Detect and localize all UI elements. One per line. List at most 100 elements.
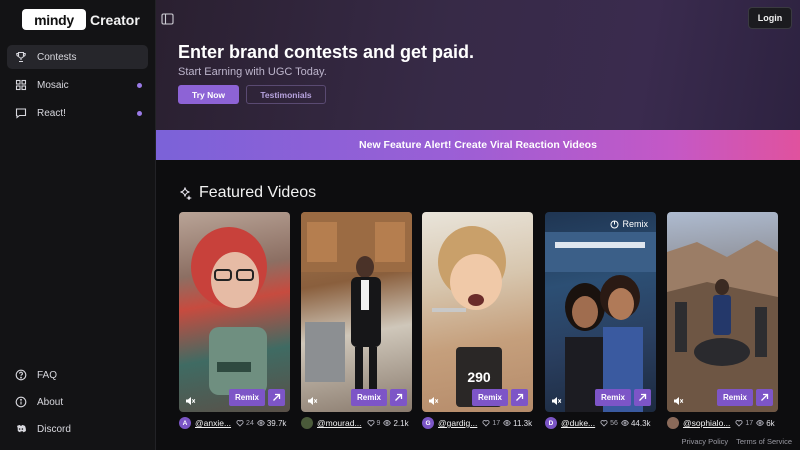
likes-count: 17 xyxy=(482,419,500,427)
video-meta: @mourad... 9 2.1k xyxy=(301,416,416,430)
avatar[interactable]: D xyxy=(545,417,557,429)
video-card[interactable]: 290 Remix xyxy=(422,212,533,412)
sidebar-item-label: Contests xyxy=(37,51,77,63)
mute-icon[interactable] xyxy=(550,394,562,406)
sidebar-item-mosaic[interactable]: Mosaic xyxy=(7,73,148,97)
feature-alert-banner[interactable]: New Feature Alert! Create Viral Reaction… xyxy=(156,130,800,160)
likes-count: 24 xyxy=(236,419,254,427)
open-arrow-icon[interactable] xyxy=(390,389,407,406)
new-indicator-dot xyxy=(137,111,142,116)
video-thumbnail xyxy=(667,240,778,412)
hero-title: Enter brand contests and get paid. xyxy=(178,42,475,62)
sidebar-item-label: FAQ xyxy=(37,369,58,381)
video-meta: @sophialo... 17 6k xyxy=(667,416,782,430)
heart-icon xyxy=(236,420,244,427)
remix-button[interactable]: Remix xyxy=(351,389,387,406)
trophy-icon xyxy=(15,51,27,63)
mute-icon[interactable] xyxy=(672,394,684,406)
chat-icon xyxy=(15,107,27,119)
open-arrow-icon[interactable] xyxy=(268,389,285,406)
avatar[interactable] xyxy=(667,417,679,429)
creator-handle[interactable]: @sophialo... xyxy=(683,418,730,428)
video-thumbnail xyxy=(545,232,656,412)
creator-handle[interactable]: @duke... xyxy=(561,418,595,428)
try-now-button[interactable]: Try Now xyxy=(178,85,239,104)
sidebar-item-faq[interactable]: FAQ xyxy=(7,363,148,387)
avatar[interactable]: A xyxy=(179,417,191,429)
hero-subtitle: Start Earning with UGC Today. xyxy=(178,66,327,78)
video-card[interactable]: Remix Remix xyxy=(545,212,656,412)
avatar[interactable]: G xyxy=(422,417,434,429)
video-thumbnail xyxy=(301,212,412,402)
logo-suffix: Creator xyxy=(90,11,140,28)
video-card[interactable]: Remix xyxy=(179,212,290,412)
heart-icon xyxy=(735,420,743,427)
mute-icon[interactable] xyxy=(184,394,196,406)
hero-section: Enter brand contests and get paid. Start… xyxy=(156,0,800,130)
sidebar-bottom-nav: FAQ About Discord xyxy=(7,363,148,444)
eye-icon xyxy=(383,420,392,426)
sidebar-nav: Contests Mosaic React! xyxy=(7,45,148,129)
sidebar-toggle-icon[interactable] xyxy=(161,12,174,25)
open-arrow-icon[interactable] xyxy=(634,389,651,406)
video-card[interactable]: Remix xyxy=(667,212,778,412)
eye-icon xyxy=(256,420,265,426)
sidebar: mindy Creator Contests Mosaic React! FAQ… xyxy=(0,0,156,450)
privacy-policy-link[interactable]: Privacy Policy xyxy=(681,437,728,446)
info-icon xyxy=(15,396,27,408)
avatar[interactable] xyxy=(301,417,313,429)
video-card[interactable]: Remix xyxy=(301,212,412,412)
eye-icon xyxy=(756,420,765,426)
likes-count: 17 xyxy=(735,419,753,427)
heart-icon xyxy=(482,420,490,427)
creator-handle[interactable]: @mourad... xyxy=(317,418,362,428)
creator-handle[interactable]: @anxie... xyxy=(195,418,231,428)
sidebar-item-label: Mosaic xyxy=(37,79,69,91)
heart-icon xyxy=(366,420,375,427)
likes-count: 56 xyxy=(600,419,618,427)
video-thumbnail xyxy=(191,227,267,395)
remix-button[interactable]: Remix xyxy=(229,389,265,406)
views-count: 39.7k xyxy=(256,419,286,428)
sidebar-item-discord[interactable]: Discord xyxy=(7,417,148,441)
remix-top-label[interactable]: Remix xyxy=(610,219,648,229)
remix-button[interactable]: Remix xyxy=(472,389,508,406)
new-indicator-dot xyxy=(137,83,142,88)
help-icon xyxy=(15,369,27,381)
video-meta: D @duke... 56 44.3k xyxy=(545,416,660,430)
svg-text:290: 290 xyxy=(467,369,491,385)
login-button[interactable]: Login xyxy=(748,7,792,29)
sidebar-item-contests[interactable]: Contests xyxy=(7,45,148,69)
video-meta: G @gardig... 17 11.3k xyxy=(422,416,537,430)
views-count: 6k xyxy=(756,419,775,428)
mute-icon[interactable] xyxy=(306,394,318,406)
mute-icon[interactable] xyxy=(427,394,439,406)
open-arrow-icon[interactable] xyxy=(756,389,773,406)
grid-icon xyxy=(15,79,27,91)
footer-links: Privacy Policy Terms of Service xyxy=(673,437,792,446)
terms-of-service-link[interactable]: Terms of Service xyxy=(736,437,792,446)
video-meta: A @anxie... 24 39.7k xyxy=(179,416,294,430)
sidebar-item-react[interactable]: React! xyxy=(7,101,148,125)
remix-button[interactable]: Remix xyxy=(717,389,753,406)
sidebar-item-label: React! xyxy=(37,107,66,119)
remix-button[interactable]: Remix xyxy=(595,389,631,406)
eye-icon xyxy=(503,420,512,426)
creator-handle[interactable]: @gardig... xyxy=(438,418,477,428)
eye-icon xyxy=(621,420,629,426)
views-count: 11.3k xyxy=(503,419,532,428)
logo-mark: mindy xyxy=(22,9,86,30)
logo[interactable]: mindy Creator xyxy=(22,9,140,30)
open-arrow-icon[interactable] xyxy=(511,389,528,406)
sidebar-item-label: Discord xyxy=(37,423,71,435)
heart-icon xyxy=(600,420,608,427)
testimonials-button[interactable]: Testimonials xyxy=(246,85,326,104)
views-count: 2.1k xyxy=(383,419,409,428)
sparkle-icon xyxy=(178,186,192,201)
featured-title: Featured Videos xyxy=(199,184,317,201)
sidebar-item-about[interactable]: About xyxy=(7,390,148,414)
featured-header: Featured Videos xyxy=(178,184,316,202)
video-thumbnail: 290 xyxy=(432,226,506,407)
discord-icon xyxy=(15,423,27,435)
views-count: 44.3k xyxy=(621,419,651,428)
